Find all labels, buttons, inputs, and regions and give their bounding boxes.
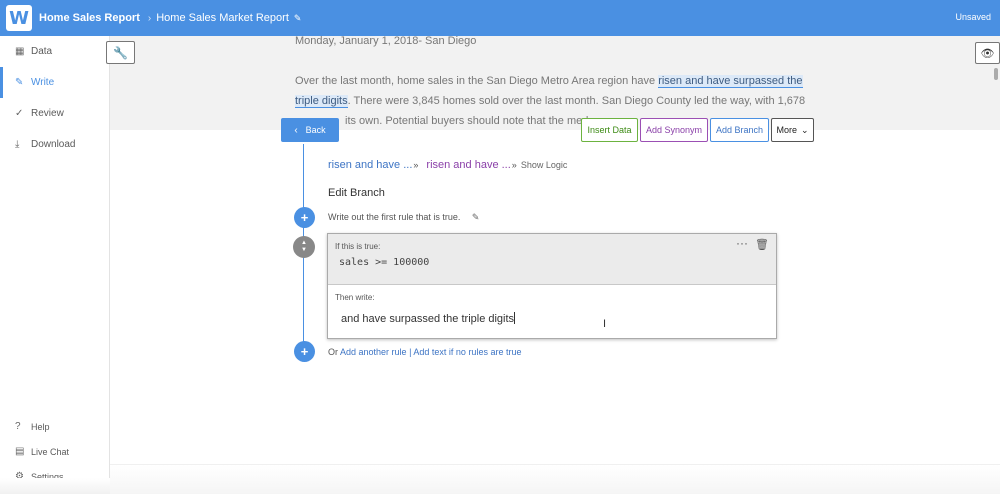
or-prefix: Or [328, 347, 341, 357]
edit-title-pencil-icon[interactable]: ✎ [294, 13, 302, 24]
text-caret [514, 312, 516, 324]
trash-icon[interactable]: 🗑 [755, 238, 769, 251]
back-button[interactable]: ‹ Back [281, 118, 339, 142]
chat-icon: ▤ [15, 446, 25, 457]
ellipsis-icon[interactable]: ··· [736, 236, 748, 250]
add-default-text-link[interactable]: Add text if no rules are true [413, 347, 521, 357]
sidebar-item-help[interactable]: ? Help [0, 414, 110, 439]
sidebar: ▦ Data ✎ Write ✓ Review ⤓ Download ? Hel… [0, 36, 110, 494]
if-label: If this is true: [335, 242, 381, 251]
chevron-down-icon: ⌄ [800, 124, 809, 135]
document-text: Over the last month, home sales in the S… [295, 75, 659, 87]
document-dateline: Monday, January 1, 2018- San Diego [295, 35, 477, 47]
document-text: its own. Potential buyers should note th… [345, 115, 589, 127]
arrow-up-icon: ▲ [301, 240, 307, 246]
sidebar-item-label: Write [31, 77, 55, 88]
more-button-label: More [776, 125, 797, 135]
more-button[interactable]: More ⌄ [771, 118, 814, 142]
pencil-icon: ✎ [15, 77, 24, 88]
then-text-value: and have surpassed the triple digits [341, 313, 515, 325]
app-logo[interactable]: W [6, 5, 32, 31]
checkmark-icon: ✓ [15, 108, 24, 119]
sidebar-item-label: Review [31, 108, 64, 119]
wrench-icon[interactable]: 🔧 [106, 41, 135, 64]
text-cursor-icon: I [603, 318, 607, 330]
editor-bottom [110, 464, 1000, 494]
branch-breadcrumb: risen and have ...» risen and have ...» Sh… [328, 159, 567, 171]
grid-icon: ▦ [15, 46, 25, 57]
edit-branch-heading: Edit Branch [328, 187, 385, 199]
sidebar-item-label: Download [31, 139, 76, 150]
condition-input[interactable]: sales >= 100000 [339, 257, 429, 268]
highlighted-branch-text[interactable]: risen and have surpassed the [658, 75, 803, 88]
insert-data-button[interactable]: Insert Data [581, 118, 638, 142]
breadcrumb-item[interactable]: risen and have ... [328, 159, 412, 171]
breadcrumb-separator: › [147, 12, 152, 24]
rule-condition-section: If this is true: sales >= 100000 ··· 🗑 [328, 234, 776, 285]
show-logic-link[interactable]: Show Logic [521, 160, 568, 170]
chevron-left-icon: ‹ [294, 124, 298, 136]
instruction-text: Write out the first rule that is true. [328, 212, 461, 222]
top-bar: W Home Sales Report › Home Sales Market … [0, 0, 1000, 36]
pencil-icon[interactable]: ✎ [472, 212, 480, 222]
highlighted-branch-text[interactable]: triple digits [295, 95, 348, 108]
add-synonym-button[interactable]: Add Synonym [640, 118, 708, 142]
add-rule-plus-icon[interactable]: + [294, 207, 315, 228]
sidebar-item-live-chat[interactable]: ▤ Live Chat [0, 439, 110, 464]
add-branch-button[interactable]: Add Branch [710, 118, 769, 142]
document-text: . There were 3,845 homes sold over the l… [347, 95, 806, 107]
document-line-3: its own. Potential buyers should note th… [345, 115, 588, 127]
breadcrumb-separator: » [413, 160, 419, 170]
then-label: Then write: [335, 293, 375, 302]
document-line-2: triple digits. There were 3,845 homes so… [295, 95, 806, 108]
preview-scrollbar[interactable] [994, 68, 998, 80]
sidebar-item-data[interactable]: ▦ Data [0, 36, 109, 67]
sidebar-item-label: Data [31, 46, 53, 57]
sidebar-bottom-fade [0, 478, 110, 494]
breadcrumb-item[interactable]: risen and have ... [426, 159, 510, 171]
reorder-icon[interactable]: ▲ ▼ [293, 236, 315, 258]
sidebar-item-download[interactable]: ⤓ Download [0, 129, 109, 160]
report-title[interactable]: Home Sales Market Report [156, 12, 289, 24]
help-icon: ? [15, 421, 21, 432]
add-another-rule-link[interactable]: Add another rule [340, 347, 407, 357]
breadcrumb-separator: » [511, 160, 517, 170]
then-text-input[interactable]: and have surpassed the triple digits [341, 312, 516, 325]
download-icon: ⤓ [15, 139, 20, 150]
sidebar-item-review[interactable]: ✓ Review [0, 98, 109, 129]
sidebar-item-label: Help [31, 421, 50, 432]
app-title[interactable]: Home Sales Report [39, 12, 140, 24]
add-rule-plus-icon[interactable]: + [294, 341, 315, 362]
rule-card: If this is true: sales >= 100000 ··· 🗑 T… [327, 233, 777, 339]
document-line-1: Over the last month, home sales in the S… [295, 75, 803, 88]
sidebar-item-write[interactable]: ✎ Write [0, 67, 109, 98]
rule-instruction: Write out the first rule that is true. ✎ [328, 212, 479, 223]
eye-icon[interactable]: 👁 [975, 42, 1000, 64]
sidebar-item-label: Live Chat [31, 446, 70, 457]
arrow-down-icon: ▼ [301, 247, 307, 253]
save-status: Unsaved [955, 12, 991, 22]
back-button-label: Back [305, 125, 326, 135]
add-rule-options: Or Add another rule | Add text if no rul… [328, 347, 521, 357]
